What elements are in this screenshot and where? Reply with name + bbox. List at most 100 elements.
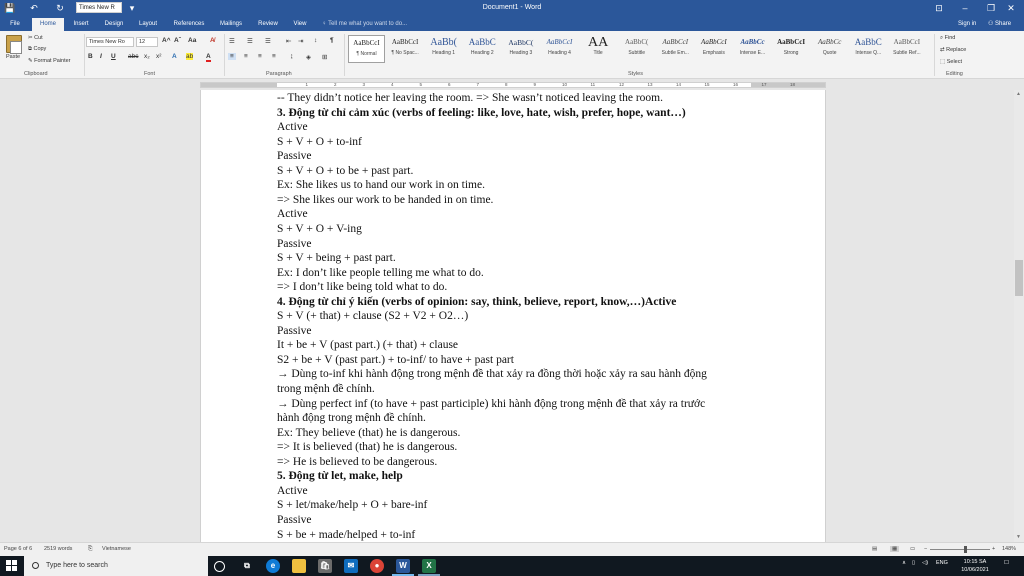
- taskbar-search-box[interactable]: Type here to search: [24, 556, 208, 576]
- tab-references[interactable]: References: [168, 18, 210, 31]
- section-heading[interactable]: 5. Động từ let, make, help: [277, 469, 403, 483]
- paste-icon[interactable]: [6, 35, 22, 54]
- style-9[interactable]: AaBbCcI Emphasis: [695, 35, 732, 63]
- task-view-icon[interactable]: ⧉: [240, 559, 254, 573]
- document-line[interactable]: Passive: [277, 513, 312, 527]
- document-line[interactable]: → Dùng perfect inf (to have + past parti…: [277, 397, 705, 411]
- tab-review[interactable]: Review: [252, 18, 284, 31]
- font-name-box[interactable]: Times New Ro: [86, 37, 134, 47]
- align-left-icon[interactable]: ≡: [228, 53, 236, 60]
- excel-icon[interactable]: X: [422, 559, 436, 573]
- document-line[interactable]: => It is believed (that) he is dangerous…: [277, 440, 457, 454]
- clear-formatting-icon[interactable]: A̸: [210, 37, 215, 44]
- style-7[interactable]: AaBbC(Subtitle: [618, 35, 655, 63]
- style-8[interactable]: AaBbCcI Subtle Em...: [657, 35, 694, 63]
- shading-icon[interactable]: ◈: [306, 53, 311, 61]
- zoom-out-icon[interactable]: −: [924, 546, 927, 552]
- word-icon[interactable]: W: [396, 559, 410, 573]
- tray-chevron-icon[interactable]: ∧: [902, 560, 906, 566]
- document-line[interactable]: Passive: [277, 324, 312, 338]
- file-explorer-icon[interactable]: [292, 559, 306, 573]
- page-count[interactable]: Page 6 of 6: [4, 546, 32, 552]
- close-icon[interactable]: ✕: [998, 0, 1024, 16]
- align-right-icon[interactable]: ≡: [258, 53, 262, 60]
- decrease-indent-icon[interactable]: ⇤: [286, 37, 291, 45]
- format-painter-button[interactable]: ✎ Format Painter: [28, 58, 71, 64]
- style-0[interactable]: AaBbCcI ¶ Normal: [348, 35, 385, 63]
- increase-indent-icon[interactable]: ⇥: [298, 37, 303, 45]
- tab-design[interactable]: Design: [98, 18, 130, 31]
- document-page[interactable]: -- They didn’t notice her leaving the ro…: [200, 90, 826, 542]
- sort-icon[interactable]: ↕: [314, 37, 317, 44]
- style-4[interactable]: AaBbC(Heading 3: [502, 35, 539, 63]
- document-line[interactable]: S + V + being + past part.: [277, 251, 396, 265]
- document-line[interactable]: S + V + O + to-inf: [277, 135, 362, 149]
- style-10[interactable]: AaBbCc Intense E...: [734, 35, 771, 63]
- borders-icon[interactable]: ⊞: [322, 53, 327, 61]
- bold-button[interactable]: B: [88, 53, 93, 60]
- line-spacing-icon[interactable]: ↨: [290, 53, 293, 60]
- print-layout-icon[interactable]: ▦: [890, 546, 900, 552]
- tab-layout[interactable]: Layout: [132, 18, 164, 31]
- scroll-up-icon[interactable]: ▲: [1016, 91, 1021, 97]
- document-line[interactable]: Active: [277, 207, 308, 221]
- tab-insert[interactable]: Insert: [66, 18, 96, 31]
- tray-volume-icon[interactable]: ◁): [922, 560, 928, 566]
- grow-font-icon[interactable]: A^: [162, 37, 171, 44]
- store-icon[interactable]: 🛍: [318, 559, 332, 573]
- sign-in-link[interactable]: Sign in: [958, 18, 976, 31]
- font-size-box[interactable]: 12: [136, 37, 158, 47]
- underline-button[interactable]: U: [111, 53, 116, 60]
- document-line[interactable]: Ex: She likes us to hand our work in on …: [277, 178, 485, 192]
- tab-view[interactable]: View: [288, 18, 312, 31]
- find-button[interactable]: ⌕ Find: [940, 35, 955, 42]
- chrome-icon[interactable]: ●: [370, 559, 384, 573]
- multilevel-list-icon[interactable]: ☰: [265, 37, 271, 45]
- mail-icon[interactable]: ✉: [344, 559, 358, 573]
- style-3[interactable]: AaBbC Heading 2: [464, 35, 501, 63]
- zoom-level[interactable]: 148%: [1002, 546, 1016, 552]
- notifications-icon[interactable]: ☐: [1004, 560, 1009, 566]
- italic-button[interactable]: I: [100, 53, 102, 60]
- show-marks-icon[interactable]: ¶: [330, 37, 334, 44]
- tray-network-icon[interactable]: ▯: [912, 560, 915, 566]
- scroll-down-icon[interactable]: ▼: [1016, 534, 1021, 540]
- zoom-slider-knob[interactable]: [964, 546, 967, 553]
- horizontal-ruler[interactable]: 1 2 3 4 5 6 7 8 9 10 11 12 13 14 15 16 17 18: [0, 80, 1024, 90]
- superscript-button[interactable]: x²: [156, 53, 161, 60]
- document-line[interactable]: Active: [277, 120, 308, 134]
- subscript-button[interactable]: x₂: [144, 53, 150, 60]
- zoom-in-icon[interactable]: +: [992, 546, 995, 552]
- tab-mailings[interactable]: Mailings: [214, 18, 248, 31]
- paste-button[interactable]: Paste: [6, 54, 20, 60]
- align-center-icon[interactable]: ≡: [244, 53, 248, 60]
- document-line[interactable]: S + V (+ that) + clause (S2 + V2 + O2…): [277, 309, 468, 323]
- tab-file[interactable]: File: [4, 18, 26, 31]
- document-line[interactable]: hành động trong mệnh đề chính.: [277, 411, 426, 425]
- share-button[interactable]: ⚇ Share: [988, 18, 1011, 31]
- ribbon-display-icon[interactable]: ⊡: [926, 0, 952, 16]
- input-language[interactable]: ENG: [936, 560, 948, 566]
- edge-icon[interactable]: e: [266, 559, 280, 573]
- document-line[interactable]: Ex: I don’t like people telling me what …: [277, 266, 484, 280]
- document-line[interactable]: S + let/make/help + O + bare-inf: [277, 498, 427, 512]
- document-line[interactable]: => He is believed to be dangerous.: [277, 455, 437, 469]
- style-2[interactable]: AaBb(Heading 1: [425, 35, 462, 63]
- minimize-icon[interactable]: –: [952, 0, 978, 16]
- style-1[interactable]: AaBbCcI ¶ No Spac...: [387, 35, 424, 63]
- document-line[interactable]: => She likes our work to be handed in on…: [277, 193, 493, 207]
- copy-button[interactable]: ⧉ Copy: [28, 46, 46, 53]
- document-line[interactable]: → Dùng to-inf khi hành động trong mệnh đ…: [277, 367, 707, 381]
- text-effects-icon[interactable]: A: [172, 53, 177, 60]
- font-color-icon[interactable]: A: [206, 53, 211, 62]
- document-line[interactable]: => I don’t like being told what to do.: [277, 280, 447, 294]
- windows-start-icon[interactable]: [0, 556, 24, 576]
- replace-button[interactable]: ⇄ Replace: [940, 47, 966, 53]
- document-line[interactable]: -- They didn’t notice her leaving the ro…: [277, 91, 663, 105]
- numbering-icon[interactable]: ☰: [247, 37, 253, 45]
- strikethrough-button[interactable]: abc: [128, 53, 138, 60]
- justify-icon[interactable]: ≡: [272, 53, 276, 60]
- document-line[interactable]: S + V + O + V-ing: [277, 222, 362, 236]
- word-count[interactable]: 2519 words: [44, 546, 72, 552]
- change-case-icon[interactable]: Aa: [188, 37, 196, 44]
